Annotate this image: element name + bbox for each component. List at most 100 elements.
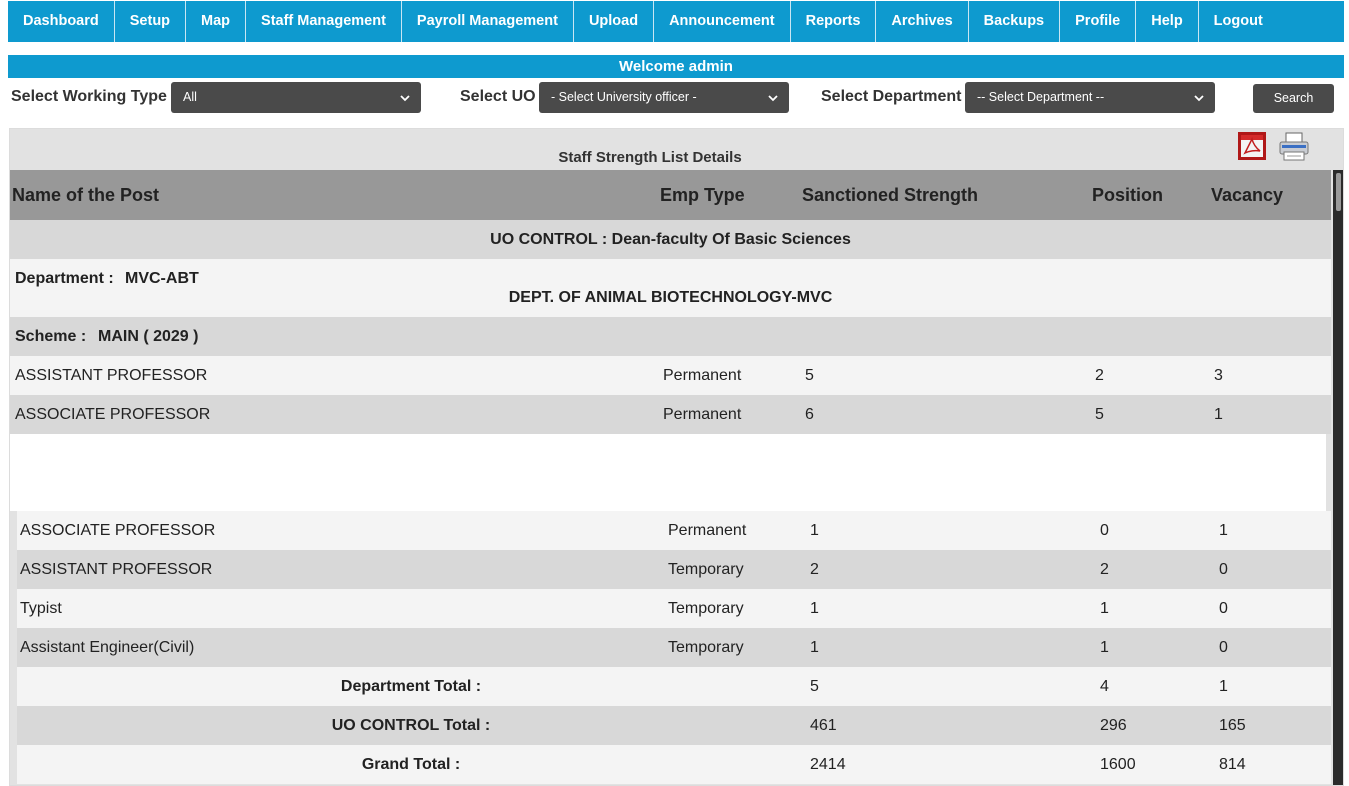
position-cell: 5 <box>1095 406 1104 423</box>
scheme-prefix: Scheme : <box>15 328 87 345</box>
total-vacancy: 1 <box>1219 678 1228 695</box>
post-cell: Typist <box>20 600 62 617</box>
sanctioned-cell: 5 <box>805 367 814 384</box>
total-vacancy: 165 <box>1219 717 1246 734</box>
position-cell: 1 <box>1100 600 1109 617</box>
working-type-value: All <box>183 90 197 104</box>
post-cell: ASSOCIATE PROFESSOR <box>15 406 211 423</box>
nav-setup[interactable]: Setup <box>115 1 187 42</box>
table-row: ASSISTANT PROFESSOR Temporary 2 2 0 <box>17 550 1331 589</box>
total-label: Department Total : <box>340 678 482 695</box>
position-cell: 0 <box>1100 522 1109 539</box>
staff-strength-panel: Staff Strength List Details Name of the … <box>9 128 1344 786</box>
nav-help[interactable]: Help <box>1136 1 1199 42</box>
header-position: Position <box>1092 185 1163 205</box>
table-row: Assistant Engineer(Civil) Temporary 1 1 … <box>17 628 1331 667</box>
table-row: ASSOCIATE PROFESSOR Permanent 6 5 1 <box>10 395 1331 434</box>
scheme-value: MAIN ( 2029 ) <box>98 328 199 345</box>
emp-type-cell: Temporary <box>668 561 744 578</box>
post-cell: ASSISTANT PROFESSOR <box>20 561 213 578</box>
total-position: 4 <box>1100 678 1109 695</box>
sanctioned-cell: 1 <box>810 639 819 656</box>
panel-title: Staff Strength List Details <box>558 149 742 166</box>
department-row: Department : MVC-ABT DEPT. OF ANIMAL BIO… <box>10 259 1331 317</box>
nav-profile[interactable]: Profile <box>1060 1 1137 42</box>
nav-announcement[interactable]: Announcement <box>654 1 791 42</box>
department-name: DEPT. OF ANIMAL BIOTECHNOLOGY-MVC <box>508 289 833 306</box>
total-position: 296 <box>1100 717 1127 734</box>
uo-value: - Select University officer - <box>551 90 697 104</box>
vacancy-cell: 1 <box>1219 522 1228 539</box>
emp-type-cell: Permanent <box>663 367 742 384</box>
total-label: Grand Total : <box>361 756 461 773</box>
nav-reports[interactable]: Reports <box>791 1 877 42</box>
position-cell: 1 <box>1100 639 1109 656</box>
header-sanctioned: Sanctioned Strength <box>802 185 979 205</box>
nav-backups[interactable]: Backups <box>969 1 1061 42</box>
department-value: -- Select Department -- <box>977 90 1105 104</box>
position-cell: 2 <box>1095 367 1104 384</box>
total-sanctioned: 2414 <box>810 756 846 773</box>
department-total-row: Department Total : 5 4 1 <box>17 667 1331 706</box>
chevron-down-icon <box>1193 82 1205 113</box>
vacancy-cell: 3 <box>1214 367 1223 384</box>
top-nav: Dashboard Setup Map Staff Management Pay… <box>8 1 1344 42</box>
post-cell: ASSOCIATE PROFESSOR <box>20 522 216 539</box>
header-post: Name of the Post <box>12 185 160 205</box>
vacancy-cell: 0 <box>1219 600 1228 617</box>
total-label: UO CONTROL Total : <box>331 717 491 734</box>
printer-icon[interactable] <box>1278 132 1310 162</box>
uo-select[interactable]: - Select University officer - <box>539 82 789 113</box>
position-cell: 2 <box>1100 561 1109 578</box>
vacancy-cell: 0 <box>1219 639 1228 656</box>
emp-type-cell: Permanent <box>663 406 742 423</box>
scrollbar-thumb[interactable] <box>1336 173 1341 211</box>
total-sanctioned: 461 <box>810 717 837 734</box>
grand-total-row: Grand Total : 2414 1600 814 <box>17 745 1331 784</box>
nav-staff-management[interactable]: Staff Management <box>246 1 402 42</box>
search-button[interactable]: Search <box>1253 84 1334 113</box>
department-select[interactable]: -- Select Department -- <box>965 82 1215 113</box>
total-sanctioned: 5 <box>810 678 819 695</box>
emp-type-cell: Permanent <box>668 522 747 539</box>
nav-archives[interactable]: Archives <box>876 1 969 42</box>
uo-control-label: UO CONTROL : Dean-faculty Of Basic Scien… <box>490 231 851 248</box>
table-row: Typist Temporary 1 1 0 <box>17 589 1331 628</box>
welcome-banner: Welcome admin <box>8 55 1344 78</box>
working-type-label: Select Working Type <box>11 88 167 105</box>
staff-strength-table: Name of the Post Emp Type Sanctioned Str… <box>10 170 1331 785</box>
chevron-down-icon <box>767 82 779 113</box>
table-scrollbar[interactable] <box>1333 170 1343 785</box>
sanctioned-cell: 6 <box>805 406 814 423</box>
sanctioned-cell: 1 <box>810 522 819 539</box>
nav-map[interactable]: Map <box>186 1 247 42</box>
nav-dashboard[interactable]: Dashboard <box>8 1 115 42</box>
header-emp-type: Emp Type <box>660 185 745 205</box>
vacancy-cell: 0 <box>1219 561 1228 578</box>
uo-control-total-row: UO CONTROL Total : 461 296 165 <box>17 706 1331 745</box>
total-vacancy: 814 <box>1219 756 1246 773</box>
header-vacancy: Vacancy <box>1211 185 1284 205</box>
total-position: 1600 <box>1100 756 1136 773</box>
department-label: Select Department <box>821 88 962 105</box>
table-gap <box>10 434 1326 511</box>
post-cell: ASSISTANT PROFESSOR <box>15 367 208 384</box>
nav-payroll-management[interactable]: Payroll Management <box>402 1 574 42</box>
working-type-select[interactable]: All <box>171 82 421 113</box>
scheme-row: Scheme : MAIN ( 2029 ) <box>10 317 1331 356</box>
table-header: Name of the Post Emp Type Sanctioned Str… <box>10 170 1331 220</box>
post-cell: Assistant Engineer(Civil) <box>20 639 195 656</box>
pdf-icon[interactable] <box>1237 131 1267 161</box>
table-row: ASSISTANT PROFESSOR Permanent 5 2 3 <box>10 356 1331 395</box>
sanctioned-cell: 2 <box>810 561 819 578</box>
nav-upload[interactable]: Upload <box>574 1 655 42</box>
emp-type-cell: Temporary <box>668 600 744 617</box>
uo-control-row: UO CONTROL : Dean-faculty Of Basic Scien… <box>10 220 1331 259</box>
emp-type-cell: Temporary <box>668 639 744 656</box>
uo-label: Select UO <box>460 88 536 105</box>
chevron-down-icon <box>399 82 411 113</box>
sanctioned-cell: 1 <box>810 600 819 617</box>
nav-logout[interactable]: Logout <box>1199 1 1278 42</box>
vacancy-cell: 1 <box>1214 406 1223 423</box>
table-row: ASSOCIATE PROFESSOR Permanent 1 0 1 <box>17 511 1331 550</box>
